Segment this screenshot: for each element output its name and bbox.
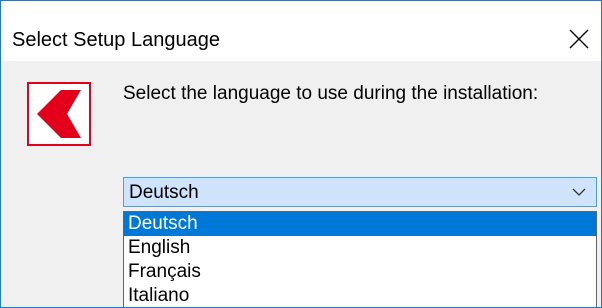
close-button[interactable] [563, 23, 595, 55]
close-icon [569, 29, 589, 49]
window-title: Select Setup Language [12, 29, 220, 51]
language-option-italiano[interactable]: Italiano [124, 284, 596, 307]
language-select[interactable]: Deutsch [123, 177, 597, 207]
selected-language: Deutsch [129, 182, 199, 203]
instruction-text: Select the language to use during the in… [123, 83, 539, 104]
title-bar: Select Setup Language [1, 1, 601, 61]
language-option-francais[interactable]: Français [124, 260, 596, 284]
chevron-down-icon [572, 188, 586, 196]
language-option-english[interactable]: English [124, 236, 596, 260]
setup-language-dialog: Select Setup Language Select the languag… [0, 0, 602, 308]
language-option-deutsch[interactable]: Deutsch [124, 212, 596, 236]
language-dropdown-list: Deutsch English Français Italiano [123, 211, 597, 307]
red-chevron-logo-icon [27, 82, 91, 146]
dialog-content: Select the language to use during the in… [1, 61, 601, 307]
